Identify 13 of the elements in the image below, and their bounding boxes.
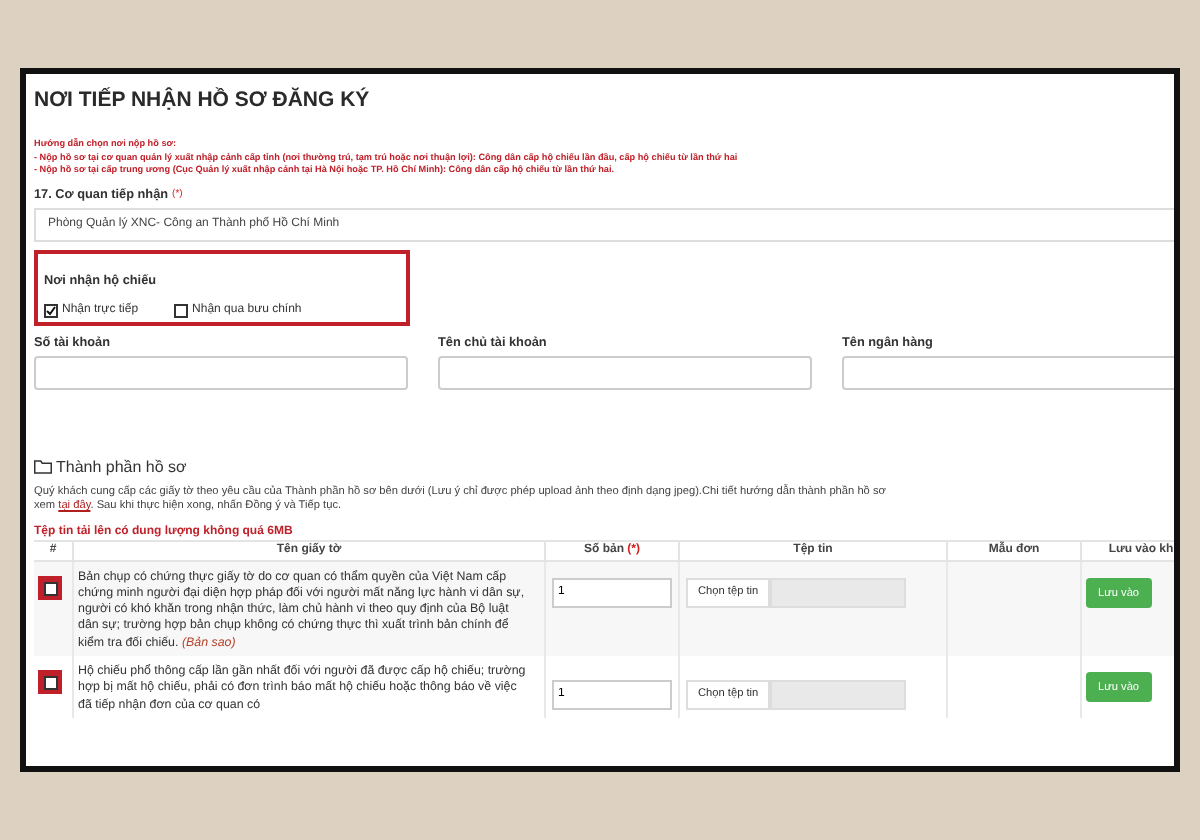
checkbox[interactable] (174, 303, 189, 317)
checkbox[interactable] (43, 675, 57, 690)
input-field[interactable] (842, 355, 1174, 389)
section-heading: Thành phần hồ sơ (56, 457, 187, 475)
section-title: NƠI TIẾP NHẬN HỒ SƠ ĐĂNG KÝ (34, 88, 372, 116)
checkbox[interactable] (44, 303, 58, 317)
file-name-field[interactable] (770, 577, 907, 607)
input-field[interactable] (34, 355, 408, 389)
input-field[interactable] (438, 355, 812, 389)
checkmark-icon (46, 303, 56, 317)
folder-icon (34, 459, 52, 473)
checkbox[interactable] (43, 581, 57, 595)
file-name-field[interactable] (770, 679, 907, 710)
